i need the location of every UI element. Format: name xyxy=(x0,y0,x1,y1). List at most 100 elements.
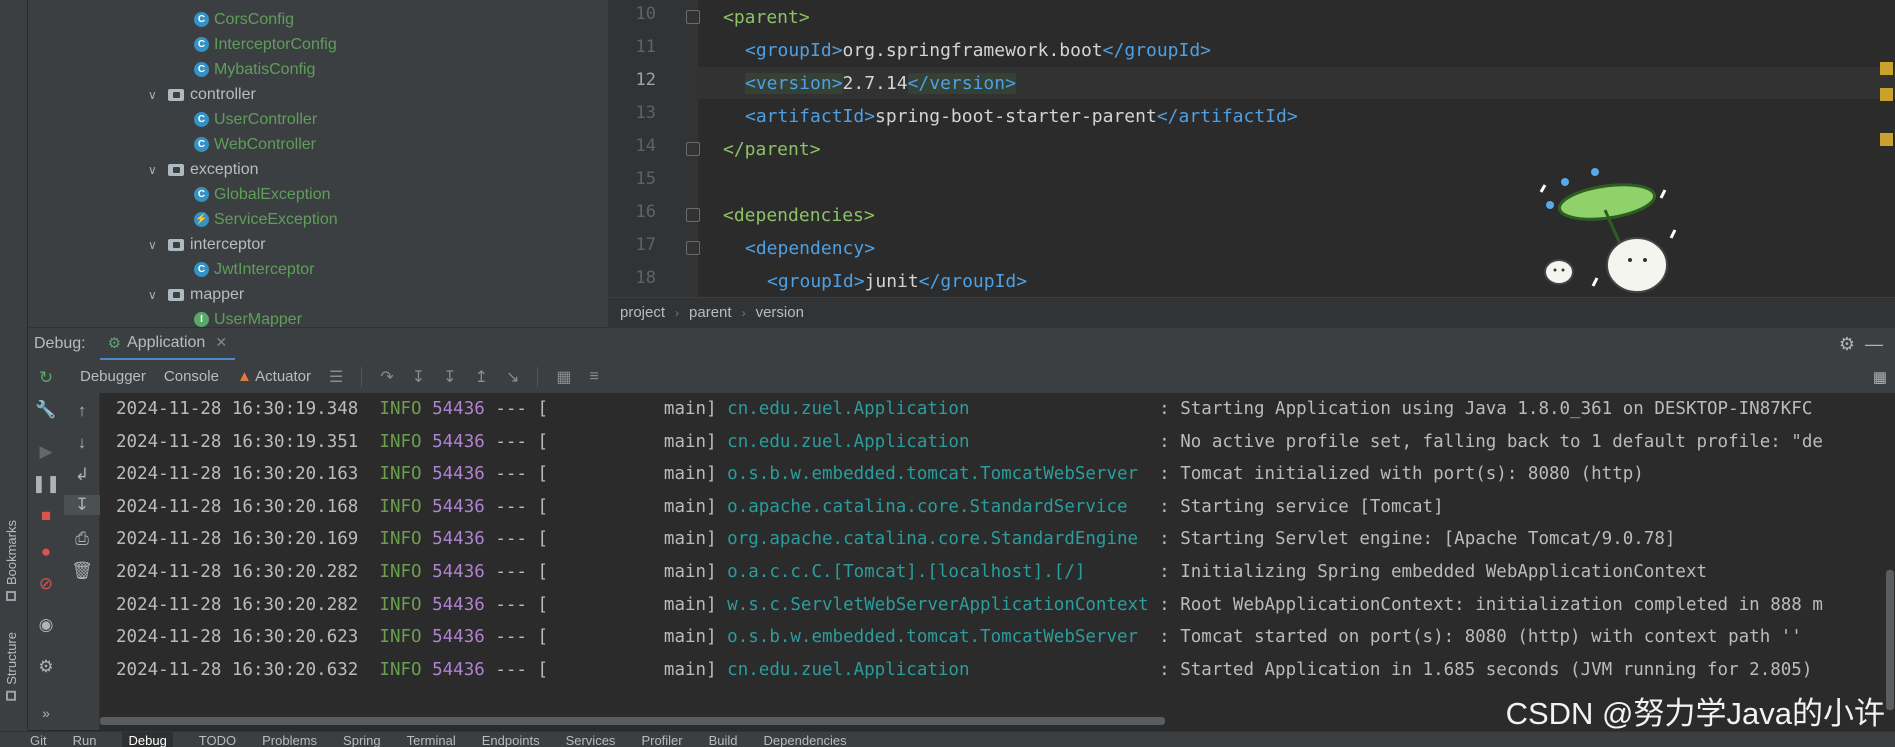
fold-marker-icon[interactable] xyxy=(686,208,700,222)
chevron-right-icon: › xyxy=(675,305,680,320)
bottom-tab-profiler[interactable]: Profiler xyxy=(641,732,682,747)
more-icon[interactable]: » xyxy=(28,705,64,721)
log-timestamp: 2024-11-28 16:30:20.623 xyxy=(116,627,359,648)
breadcrumb-item[interactable]: version xyxy=(756,304,804,321)
console-horizontal-scrollbar[interactable] xyxy=(100,717,1165,725)
resume-icon[interactable]: ▶ xyxy=(28,442,64,462)
tree-item-interface[interactable]: I UserMapper xyxy=(194,307,302,327)
tree-item-class[interactable]: C JwtInterceptor xyxy=(194,257,314,282)
structure-label: Structure xyxy=(4,632,19,685)
debug-actions-column: ↻ 🔧 ▶ ❚❚ ■ ● ⊘ ◉ ⚙ » xyxy=(28,360,64,730)
trash-icon[interactable]: 🗑 xyxy=(64,561,100,581)
code-line-12: <version>2.7.14</version> xyxy=(745,73,1016,94)
evaluate-expression-icon[interactable]: ▦ xyxy=(556,367,571,387)
bottom-tab-services[interactable]: Services xyxy=(566,732,616,747)
code-editor[interactable]: 10 11 12 13 14 15 16 17 18 <parent> <gro… xyxy=(608,0,1895,297)
force-step-into-icon[interactable]: ↧ xyxy=(443,367,456,387)
bottom-tab-endpoints[interactable]: Endpoints xyxy=(482,732,540,747)
spring-app-icon: ⚙ xyxy=(107,334,122,352)
step-out-icon[interactable]: ↥ xyxy=(475,367,488,387)
tree-item-folder[interactable]: ∨ exception xyxy=(148,157,259,182)
warning-marker[interactable] xyxy=(1880,133,1893,146)
console-actions-column: ↑ ↓ ↲ ↧ ⎙ 🗑 xyxy=(64,393,100,730)
soft-wrap-icon[interactable]: ↲ xyxy=(64,465,100,485)
arrow-up-icon[interactable]: ↑ xyxy=(64,401,100,421)
close-icon[interactable]: ✕ xyxy=(215,334,227,351)
bottom-tab-run[interactable]: Run xyxy=(73,732,97,747)
arrow-down-icon[interactable]: ↓ xyxy=(64,433,100,453)
chevron-down-icon[interactable]: ∨ xyxy=(148,163,162,177)
log-level: INFO xyxy=(379,594,422,615)
structure-tool-tab[interactable]: Structure xyxy=(4,632,19,701)
console-output[interactable]: 2024-11-28 16:30:19.348 INFO 54436 --- [… xyxy=(100,393,1895,730)
bottom-tab-terminal[interactable]: Terminal xyxy=(407,732,456,747)
scroll-to-end-icon[interactable]: ↧ xyxy=(64,495,100,515)
settings-icon[interactable]: ⚙ xyxy=(28,657,64,677)
stop-icon[interactable]: ■ xyxy=(28,506,64,526)
log-separator: --- [ xyxy=(495,562,549,582)
warning-marker[interactable] xyxy=(1880,88,1893,101)
bottom-tab-dependencies[interactable]: Dependencies xyxy=(764,732,847,747)
tree-item-class[interactable]: C MybatisConfig xyxy=(194,57,315,82)
toolbar-separator xyxy=(537,366,539,387)
code-line-14: </parent> xyxy=(723,139,821,160)
fold-marker-icon[interactable] xyxy=(686,142,700,156)
tree-item-class[interactable]: C UserController xyxy=(194,107,317,132)
bookmarks-tool-tab[interactable]: Bookmarks xyxy=(4,520,19,602)
breadcrumb-item[interactable]: parent xyxy=(689,304,732,321)
tab-debugger[interactable]: Debugger xyxy=(80,368,146,385)
pause-icon[interactable]: ❚❚ xyxy=(28,474,64,494)
run-to-cursor-icon[interactable]: ↘ xyxy=(506,367,519,387)
tree-item-class[interactable]: C InterceptorConfig xyxy=(194,32,337,57)
layout-icon[interactable]: ▦ xyxy=(1873,368,1887,386)
bottom-tab-git[interactable]: Git xyxy=(30,732,47,747)
minimize-icon[interactable]: — xyxy=(1865,334,1883,355)
log-thread: main] xyxy=(558,594,717,615)
debug-toolbar: Debugger Console ▲ Actuator ☰ ↷ ↧ ↧ ↥ ↘ … xyxy=(64,360,1895,393)
debug-session-tab[interactable]: ⚙ Application ✕ xyxy=(99,328,236,361)
fold-marker-icon[interactable] xyxy=(686,10,700,24)
wrench-icon[interactable]: 🔧 xyxy=(28,400,64,420)
console-vertical-scrollbar[interactable] xyxy=(1886,570,1894,710)
tree-item-folder[interactable]: ∨ mapper xyxy=(148,282,244,307)
trace-icon[interactable]: ≡ xyxy=(590,368,599,386)
chevron-down-icon[interactable]: ∨ xyxy=(148,288,162,302)
view-breakpoints-icon[interactable]: ● xyxy=(28,542,64,562)
tab-actuator[interactable]: ▲ Actuator xyxy=(237,368,311,385)
bottom-tab-build[interactable]: Build xyxy=(709,732,738,747)
tree-item-class[interactable]: C CorsConfig xyxy=(194,7,294,32)
warning-marker[interactable] xyxy=(1880,62,1893,75)
log-pid: 54436 xyxy=(432,431,485,452)
log-logger: cn.edu.zuel.Application xyxy=(727,399,1149,419)
log-line: 2024-11-28 16:30:20.168 INFO 54436 --- [… xyxy=(116,491,1444,523)
line-number: 11 xyxy=(635,37,656,57)
fold-marker-icon[interactable] xyxy=(686,241,700,255)
tree-item-class[interactable]: C WebController xyxy=(194,132,316,157)
rerun-icon[interactable]: ↻ xyxy=(28,368,64,388)
log-separator: --- [ xyxy=(495,399,549,419)
tree-item-folder[interactable]: ∨ interceptor xyxy=(148,232,266,257)
tree-item-class[interactable]: ⚡ ServiceException xyxy=(194,207,338,232)
bottom-tab-debug[interactable]: Debug xyxy=(122,732,173,747)
camera-icon[interactable]: ◉ xyxy=(28,615,64,635)
print-icon[interactable]: ⎙ xyxy=(64,529,100,549)
breadcrumb-item[interactable]: project xyxy=(620,304,665,321)
mute-breakpoints-icon[interactable]: ⊘ xyxy=(28,574,64,594)
log-logger: o.s.b.w.embedded.tomcat.TomcatWebServer xyxy=(727,627,1149,648)
chevron-down-icon[interactable]: ∨ xyxy=(148,88,162,102)
chevron-down-icon[interactable]: ∨ xyxy=(148,238,162,252)
line-gutter: 10 11 12 13 14 15 16 17 18 xyxy=(608,0,700,297)
tree-item-class[interactable]: C GlobalException xyxy=(194,182,331,207)
tree-item-folder[interactable]: ∨ controller xyxy=(148,82,256,107)
log-line: 2024-11-28 16:30:20.623 INFO 54436 --- [… xyxy=(116,621,1802,653)
tab-console[interactable]: Console xyxy=(164,368,219,385)
bottom-tab-problems[interactable]: Problems xyxy=(262,732,317,747)
code-line-11: <groupId>org.springframework.boot</group… xyxy=(745,40,1212,61)
step-into-icon[interactable]: ↧ xyxy=(412,367,425,387)
gear-icon[interactable]: ⚙ xyxy=(1839,334,1855,355)
bottom-tab-todo[interactable]: TODO xyxy=(199,732,236,747)
menu-icon[interactable]: ☰ xyxy=(329,367,343,387)
exception-class-icon: ⚡ xyxy=(194,212,209,227)
step-over-icon[interactable]: ↷ xyxy=(380,367,393,387)
bottom-tab-spring[interactable]: Spring xyxy=(343,732,381,747)
